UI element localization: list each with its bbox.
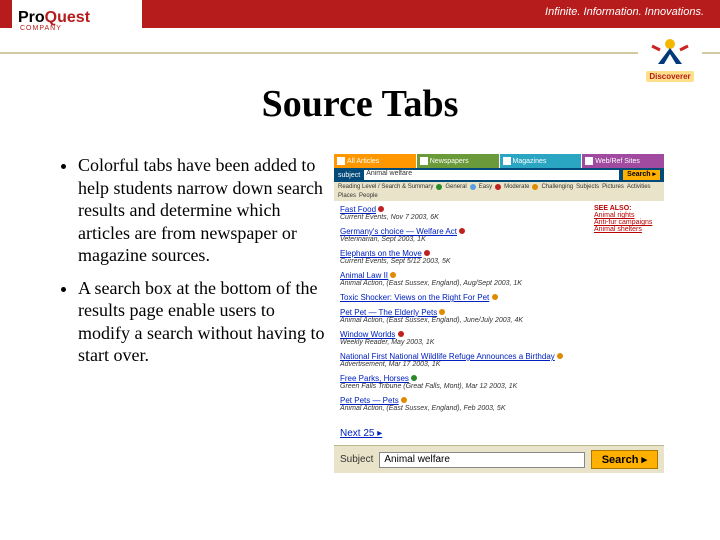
level-dot-icon (411, 375, 417, 381)
search-bar-bottom: Subject Search ▸ (334, 445, 664, 473)
result-link[interactable]: Window Worlds (340, 330, 395, 339)
search-bar-top: subject Animal welfare Search ▸ (334, 168, 664, 182)
level-dot-icon (557, 353, 563, 359)
tab-icon (420, 157, 428, 165)
result-link[interactable]: National First National Wildlife Refuge … (340, 352, 555, 361)
level-dot-icon (532, 184, 538, 190)
result-link[interactable]: Fast Food (340, 205, 376, 214)
result-item: Pet Pet — The Elderly Pets Animal Action… (340, 308, 584, 324)
level-dot-icon (492, 294, 498, 300)
result-link[interactable]: Germany's choice — Welfare Act (340, 227, 457, 236)
header-bar: ProQuest COMPANY Infinite. Information. … (0, 0, 720, 28)
see-also-panel: SEE ALSO: Animal rights Anti-fur campaig… (590, 201, 664, 422)
result-link[interactable]: Elephants on the Move (340, 249, 422, 258)
result-link[interactable]: Pet Pet — The Elderly Pets (340, 308, 437, 317)
bottom-search-button[interactable]: Search ▸ (591, 450, 658, 469)
results-list: Fast Food Current Events, Nov 7 2003, 6K… (334, 201, 590, 422)
person-star-icon (650, 36, 690, 66)
level-dot-icon (495, 184, 501, 190)
logo-text: ProQuest (18, 9, 90, 26)
level-dot-icon (378, 206, 384, 212)
see-also-link[interactable]: Animal shelters (594, 226, 660, 233)
see-also-link[interactable]: Anti-fur campaigns (594, 219, 660, 226)
subject-field[interactable]: Animal welfare (364, 170, 619, 180)
filter-row: Reading Level / Search & Summary General… (334, 182, 664, 201)
bullet-item: A search box at the bottom of the result… (78, 277, 330, 367)
bottom-subject-label: Subject (340, 454, 373, 465)
next-page-link[interactable]: Next 25 ▸ (334, 422, 388, 445)
search-button-top[interactable]: Search ▸ (623, 170, 660, 180)
see-also-link[interactable]: Animal rights (594, 212, 660, 219)
level-dot-icon (459, 228, 465, 234)
tab-icon (585, 157, 593, 165)
tab-newspapers[interactable]: Newspapers (417, 154, 499, 168)
result-item: Toxic Shocker: Views on the Right For Pe… (340, 293, 584, 302)
level-dot-icon (470, 184, 476, 190)
result-item: Pet Pets — Pets Animal Action, (East Sus… (340, 396, 584, 412)
result-item: Germany's choice — Welfare Act Veterinar… (340, 227, 584, 243)
result-item: Fast Food Current Events, Nov 7 2003, 6K (340, 205, 584, 221)
results-screenshot: All Articles Newspapers Magazines Web/Re… (334, 154, 664, 473)
level-dot-icon (398, 331, 404, 337)
discoverer-badge: Discoverer (638, 36, 702, 80)
result-item: Elephants on the Move Current Events, Se… (340, 249, 584, 265)
result-link[interactable]: Free Parks, Horses (340, 374, 409, 383)
tab-magazines[interactable]: Magazines (500, 154, 582, 168)
bullet-item: Colorful tabs have been added to help st… (78, 154, 330, 267)
result-item: National First National Wildlife Refuge … (340, 352, 584, 368)
level-dot-icon (436, 184, 442, 190)
result-item: Free Parks, Horses Green Falls Tribune (… (340, 374, 584, 390)
bottom-search-input[interactable] (379, 452, 584, 468)
result-link[interactable]: Animal Law II (340, 271, 388, 280)
level-dot-icon (390, 272, 396, 278)
result-link[interactable]: Toxic Shocker: Views on the Right For Pe… (340, 293, 489, 302)
result-link[interactable]: Pet Pets — Pets (340, 396, 399, 405)
logo: ProQuest COMPANY (12, 0, 142, 40)
tagline: Infinite. Information. Innovations. (545, 6, 704, 18)
tab-web-ref[interactable]: Web/Ref Sites (582, 154, 664, 168)
level-dot-icon (424, 250, 430, 256)
header-rule (0, 40, 720, 54)
see-also-header: SEE ALSO: (594, 205, 660, 212)
level-dot-icon (439, 309, 445, 315)
subject-label: subject (338, 172, 360, 179)
bullet-list: Colorful tabs have been added to help st… (60, 154, 330, 473)
tab-icon (503, 157, 511, 165)
badge-label: Discoverer (646, 71, 693, 82)
page-title: Source Tabs (0, 82, 720, 126)
tab-all-articles[interactable]: All Articles (334, 154, 416, 168)
tab-icon (337, 157, 345, 165)
result-item: Animal Law II Animal Action, (East Susse… (340, 271, 584, 287)
level-dot-icon (401, 397, 407, 403)
source-tabs: All Articles Newspapers Magazines Web/Re… (334, 154, 664, 168)
filter-row-label: Reading Level / Search & Summary (338, 184, 433, 190)
result-item: Window Worlds Weekly Reader, May 2003, 1… (340, 330, 584, 346)
